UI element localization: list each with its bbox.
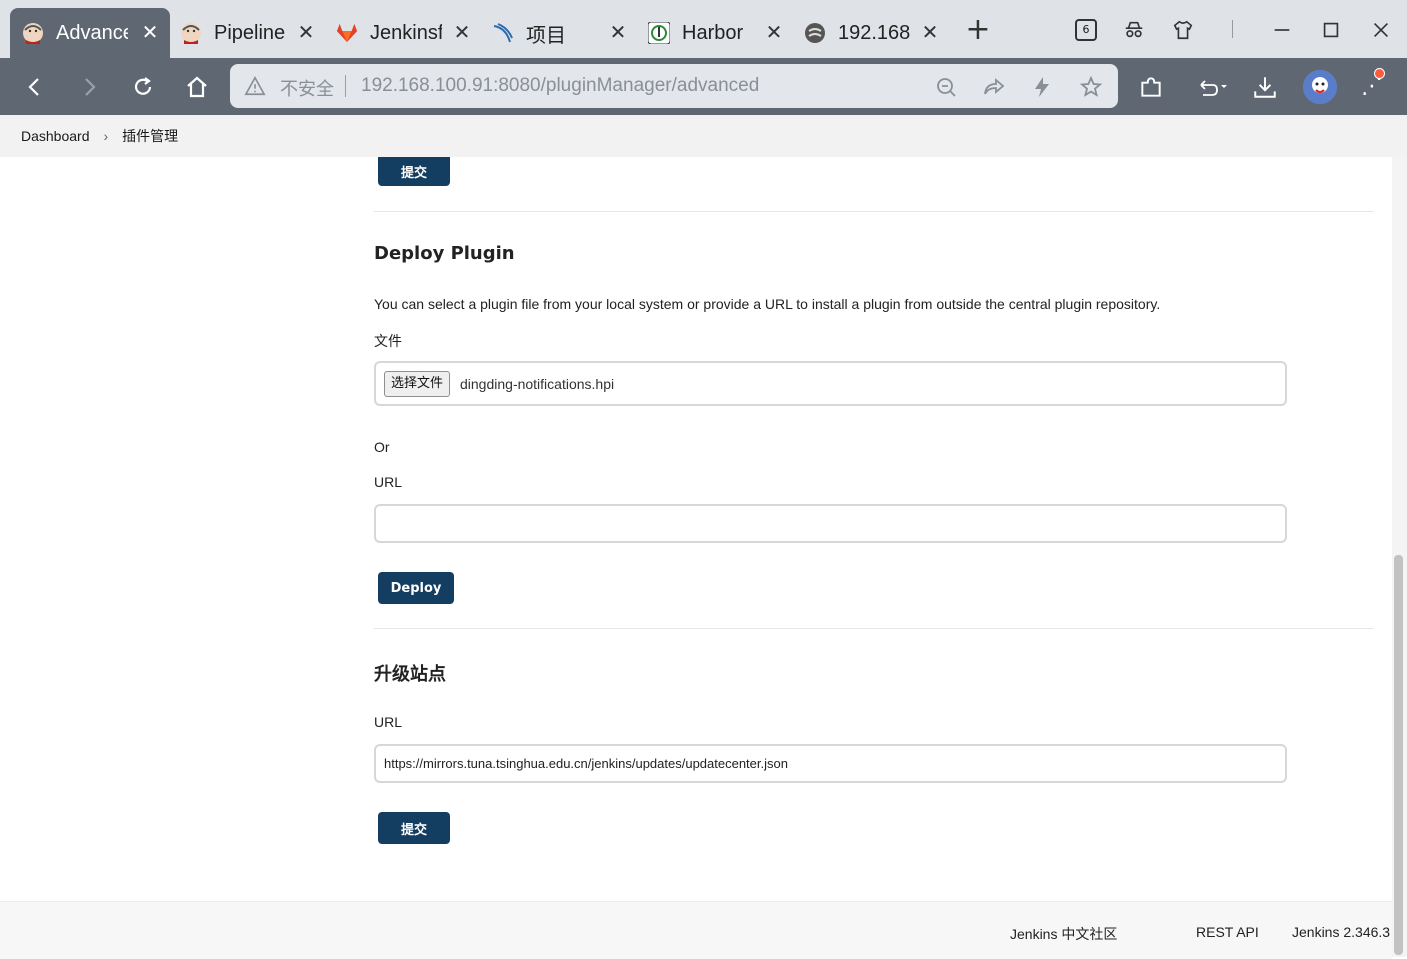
close-icon[interactable]: ✕ <box>138 20 162 44</box>
notification-dot <box>1374 68 1385 79</box>
tab-title: Advance <box>56 21 128 44</box>
tab-title: 项目 <box>526 24 566 47</box>
tab-title: Harbor <box>682 21 744 44</box>
deploy-button[interactable]: Deploy <box>378 572 454 604</box>
chevron-right-icon: › <box>103 128 109 144</box>
tab-count-icon: 6 <box>1075 19 1097 41</box>
tab-title: Pipeline <box>214 21 286 44</box>
jenkins-icon <box>180 22 202 44</box>
minimize-icon <box>1274 29 1290 31</box>
address-separator <box>345 75 346 97</box>
incognito-button[interactable] <box>1118 14 1150 46</box>
top-submit-button[interactable]: 提交 <box>378 157 450 186</box>
more-menu-button[interactable]: ⋰ <box>1358 68 1386 101</box>
file-label: 文件 <box>374 333 402 349</box>
update-site-url-input[interactable] <box>376 746 1285 781</box>
update-site-url-label: URL <box>374 714 403 730</box>
section-divider <box>374 628 1374 629</box>
file-input[interactable]: 选择文件 dingding-notifications.hpi <box>374 361 1287 406</box>
tab-pipeline[interactable]: Pipeline ✕ <box>168 8 326 58</box>
footer-version-link[interactable]: Jenkins 2.346.3 <box>1292 924 1390 940</box>
tab-count-button[interactable]: 6 <box>1070 14 1102 46</box>
scrollbar-thumb[interactable] <box>1394 555 1403 955</box>
close-window-button[interactable] <box>1365 14 1397 46</box>
extensions-button[interactable] <box>1137 73 1165 101</box>
undo-menu-button[interactable] <box>1194 73 1230 101</box>
breadcrumb-plugin-manager[interactable]: 插件管理 <box>122 126 178 146</box>
reload-icon <box>134 77 152 95</box>
close-icon[interactable]: ✕ <box>762 20 786 44</box>
close-icon[interactable]: ✕ <box>918 20 942 44</box>
download-icon <box>1254 77 1276 98</box>
browser-tab-strip: Advance ✕ Pipeline ✕ Jenkinsf ✕ 项目 ✕ Har… <box>0 0 1407 58</box>
minimize-button[interactable] <box>1266 14 1298 46</box>
skin-button[interactable] <box>1167 14 1199 46</box>
main-content: 提交 Deploy Plugin You can select a plugin… <box>0 157 1392 901</box>
security-status[interactable]: 不安全 <box>280 75 334 101</box>
plugin-url-input[interactable] <box>376 506 1285 541</box>
lightning-icon[interactable] <box>1030 75 1054 99</box>
deploy-plugin-heading: Deploy Plugin <box>374 243 515 264</box>
close-icon[interactable]: ✕ <box>450 20 474 44</box>
url-label: URL <box>374 474 403 490</box>
close-icon[interactable]: ✕ <box>606 20 630 44</box>
footer-rest-api-link[interactable]: REST API <box>1196 924 1259 940</box>
url-text[interactable]: 192.168.100.91:8080/pluginManager/advanc… <box>361 75 759 97</box>
tab-harbor[interactable]: Harbor ✕ <box>636 8 794 58</box>
warning-icon <box>244 76 266 96</box>
reload-button[interactable] <box>127 72 159 102</box>
section-divider <box>374 211 1374 212</box>
more-dots-icon: ⋰ <box>1361 74 1383 99</box>
tab-title: Jenkinsf <box>370 21 442 44</box>
kubesphere-icon <box>492 22 514 44</box>
forward-arrow-icon <box>85 78 96 96</box>
tab-gitlab[interactable]: Jenkinsf ✕ <box>324 8 482 58</box>
address-bar[interactable]: 不安全 192.168.100.91:8080/pluginManager/ad… <box>230 64 1118 108</box>
tab-advanced[interactable]: Advance ✕ <box>10 8 170 58</box>
home-button[interactable] <box>181 72 213 102</box>
share-icon[interactable] <box>982 75 1006 99</box>
gitlab-icon <box>336 22 358 44</box>
jenkins-icon <box>22 22 44 44</box>
maximize-button[interactable] <box>1315 14 1347 46</box>
breadcrumb-dashboard[interactable]: Dashboard <box>21 128 90 144</box>
close-icon[interactable]: ✕ <box>294 20 318 44</box>
choose-file-button[interactable]: 选择文件 <box>384 371 451 397</box>
rancher-icon <box>804 22 826 44</box>
update-site-heading: 升级站点 <box>374 664 446 685</box>
back-button[interactable] <box>19 72 51 102</box>
maximize-icon <box>1323 22 1339 38</box>
incognito-icon <box>1125 21 1143 38</box>
star-icon[interactable] <box>1079 75 1103 99</box>
zoom-out-icon[interactable] <box>934 75 958 99</box>
back-arrow-icon <box>28 78 39 96</box>
breadcrumb: Dashboard › 插件管理 <box>0 115 1407 157</box>
undo-icon <box>1200 80 1227 96</box>
puzzle-icon <box>1141 77 1161 97</box>
close-icon <box>1373 22 1389 38</box>
new-tab-button[interactable]: + <box>962 14 994 46</box>
tab-title: 192.168 <box>838 21 910 44</box>
home-icon <box>187 76 207 98</box>
footer-community-link[interactable]: Jenkins 中文社区 <box>1010 924 1117 944</box>
browser-toolbar: 不安全 192.168.100.91:8080/pluginManager/ad… <box>0 58 1407 115</box>
tab-count-badge: 6 <box>1082 23 1090 36</box>
or-label: Or <box>374 439 390 455</box>
harbor-icon <box>648 22 670 44</box>
downloads-button[interactable] <box>1251 73 1279 101</box>
update-site-submit-button[interactable]: 提交 <box>378 812 450 844</box>
update-site-url-field-wrapper <box>374 744 1287 783</box>
tab-192[interactable]: 192.168 ✕ <box>792 8 950 58</box>
avatar[interactable] <box>1303 70 1337 104</box>
page-scrollbar[interactable] <box>1392 157 1407 957</box>
page-footer: Jenkins 中文社区 REST API Jenkins 2.346.3 <box>0 901 1392 959</box>
chosen-file-name: dingding-notifications.hpi <box>460 376 615 392</box>
deploy-plugin-description: You can select a plugin file from your l… <box>374 296 1161 312</box>
tab-project[interactable]: 项目 ✕ <box>480 8 638 58</box>
shirt-icon <box>1173 20 1193 40</box>
forward-button[interactable] <box>73 72 105 102</box>
plugin-url-field-wrapper <box>374 504 1287 543</box>
toolbar-divider <box>1232 20 1233 38</box>
